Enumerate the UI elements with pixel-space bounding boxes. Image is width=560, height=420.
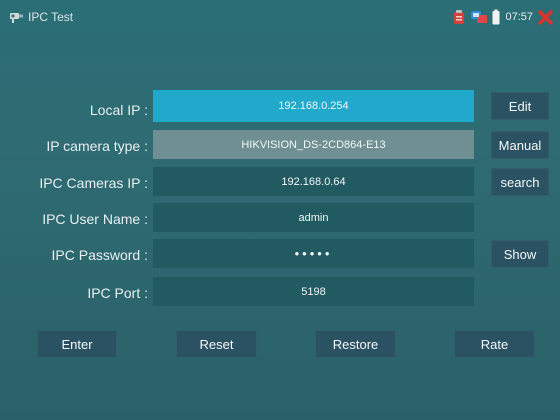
- system-tray: 07:57: [452, 6, 554, 28]
- cameras-ip-label: IPC Cameras IP :: [39, 175, 148, 191]
- port-field[interactable]: 5198: [153, 277, 474, 306]
- close-icon[interactable]: [537, 8, 554, 26]
- show-password-button[interactable]: Show: [491, 240, 549, 268]
- ipc-test-screen: IPC Test 07:57 Local IP: 192.168.0.254 …: [0, 0, 560, 420]
- camera-type-label: IP camera type :: [46, 138, 148, 154]
- enter-button[interactable]: Enter: [37, 330, 117, 358]
- user-name-label: IPC User Name :: [42, 211, 148, 227]
- app-title: IPC Test: [28, 10, 74, 24]
- local-ip-field[interactable]: 192.168.0.254: [153, 90, 474, 122]
- user-name-field[interactable]: admin: [153, 203, 474, 232]
- edit-button[interactable]: Edit: [491, 92, 549, 120]
- password-label: IPC Password :: [51, 247, 148, 263]
- local-ip-label: Local IP :: [89, 102, 148, 118]
- reset-button[interactable]: Reset: [176, 330, 257, 358]
- port-label: IPC Port :: [87, 285, 148, 301]
- manual-button[interactable]: Manual: [491, 131, 549, 159]
- camera-plug-icon: [10, 13, 23, 23]
- restore-button[interactable]: Restore: [315, 330, 396, 358]
- rate-button[interactable]: Rate: [454, 330, 535, 358]
- status-bar: IPC Test 07:57: [0, 0, 560, 34]
- password-field[interactable]: •••••: [153, 239, 474, 268]
- camera-type-select[interactable]: HIKVISION_DS-2CD864-E13: [153, 130, 474, 159]
- cameras-ip-field[interactable]: 192.168.0.64: [153, 167, 474, 196]
- search-button[interactable]: search: [491, 168, 549, 196]
- clock: 07:57: [505, 11, 533, 23]
- battery-icon: [492, 9, 500, 25]
- network-icon: [471, 11, 488, 23]
- tool-icon: [454, 10, 465, 24]
